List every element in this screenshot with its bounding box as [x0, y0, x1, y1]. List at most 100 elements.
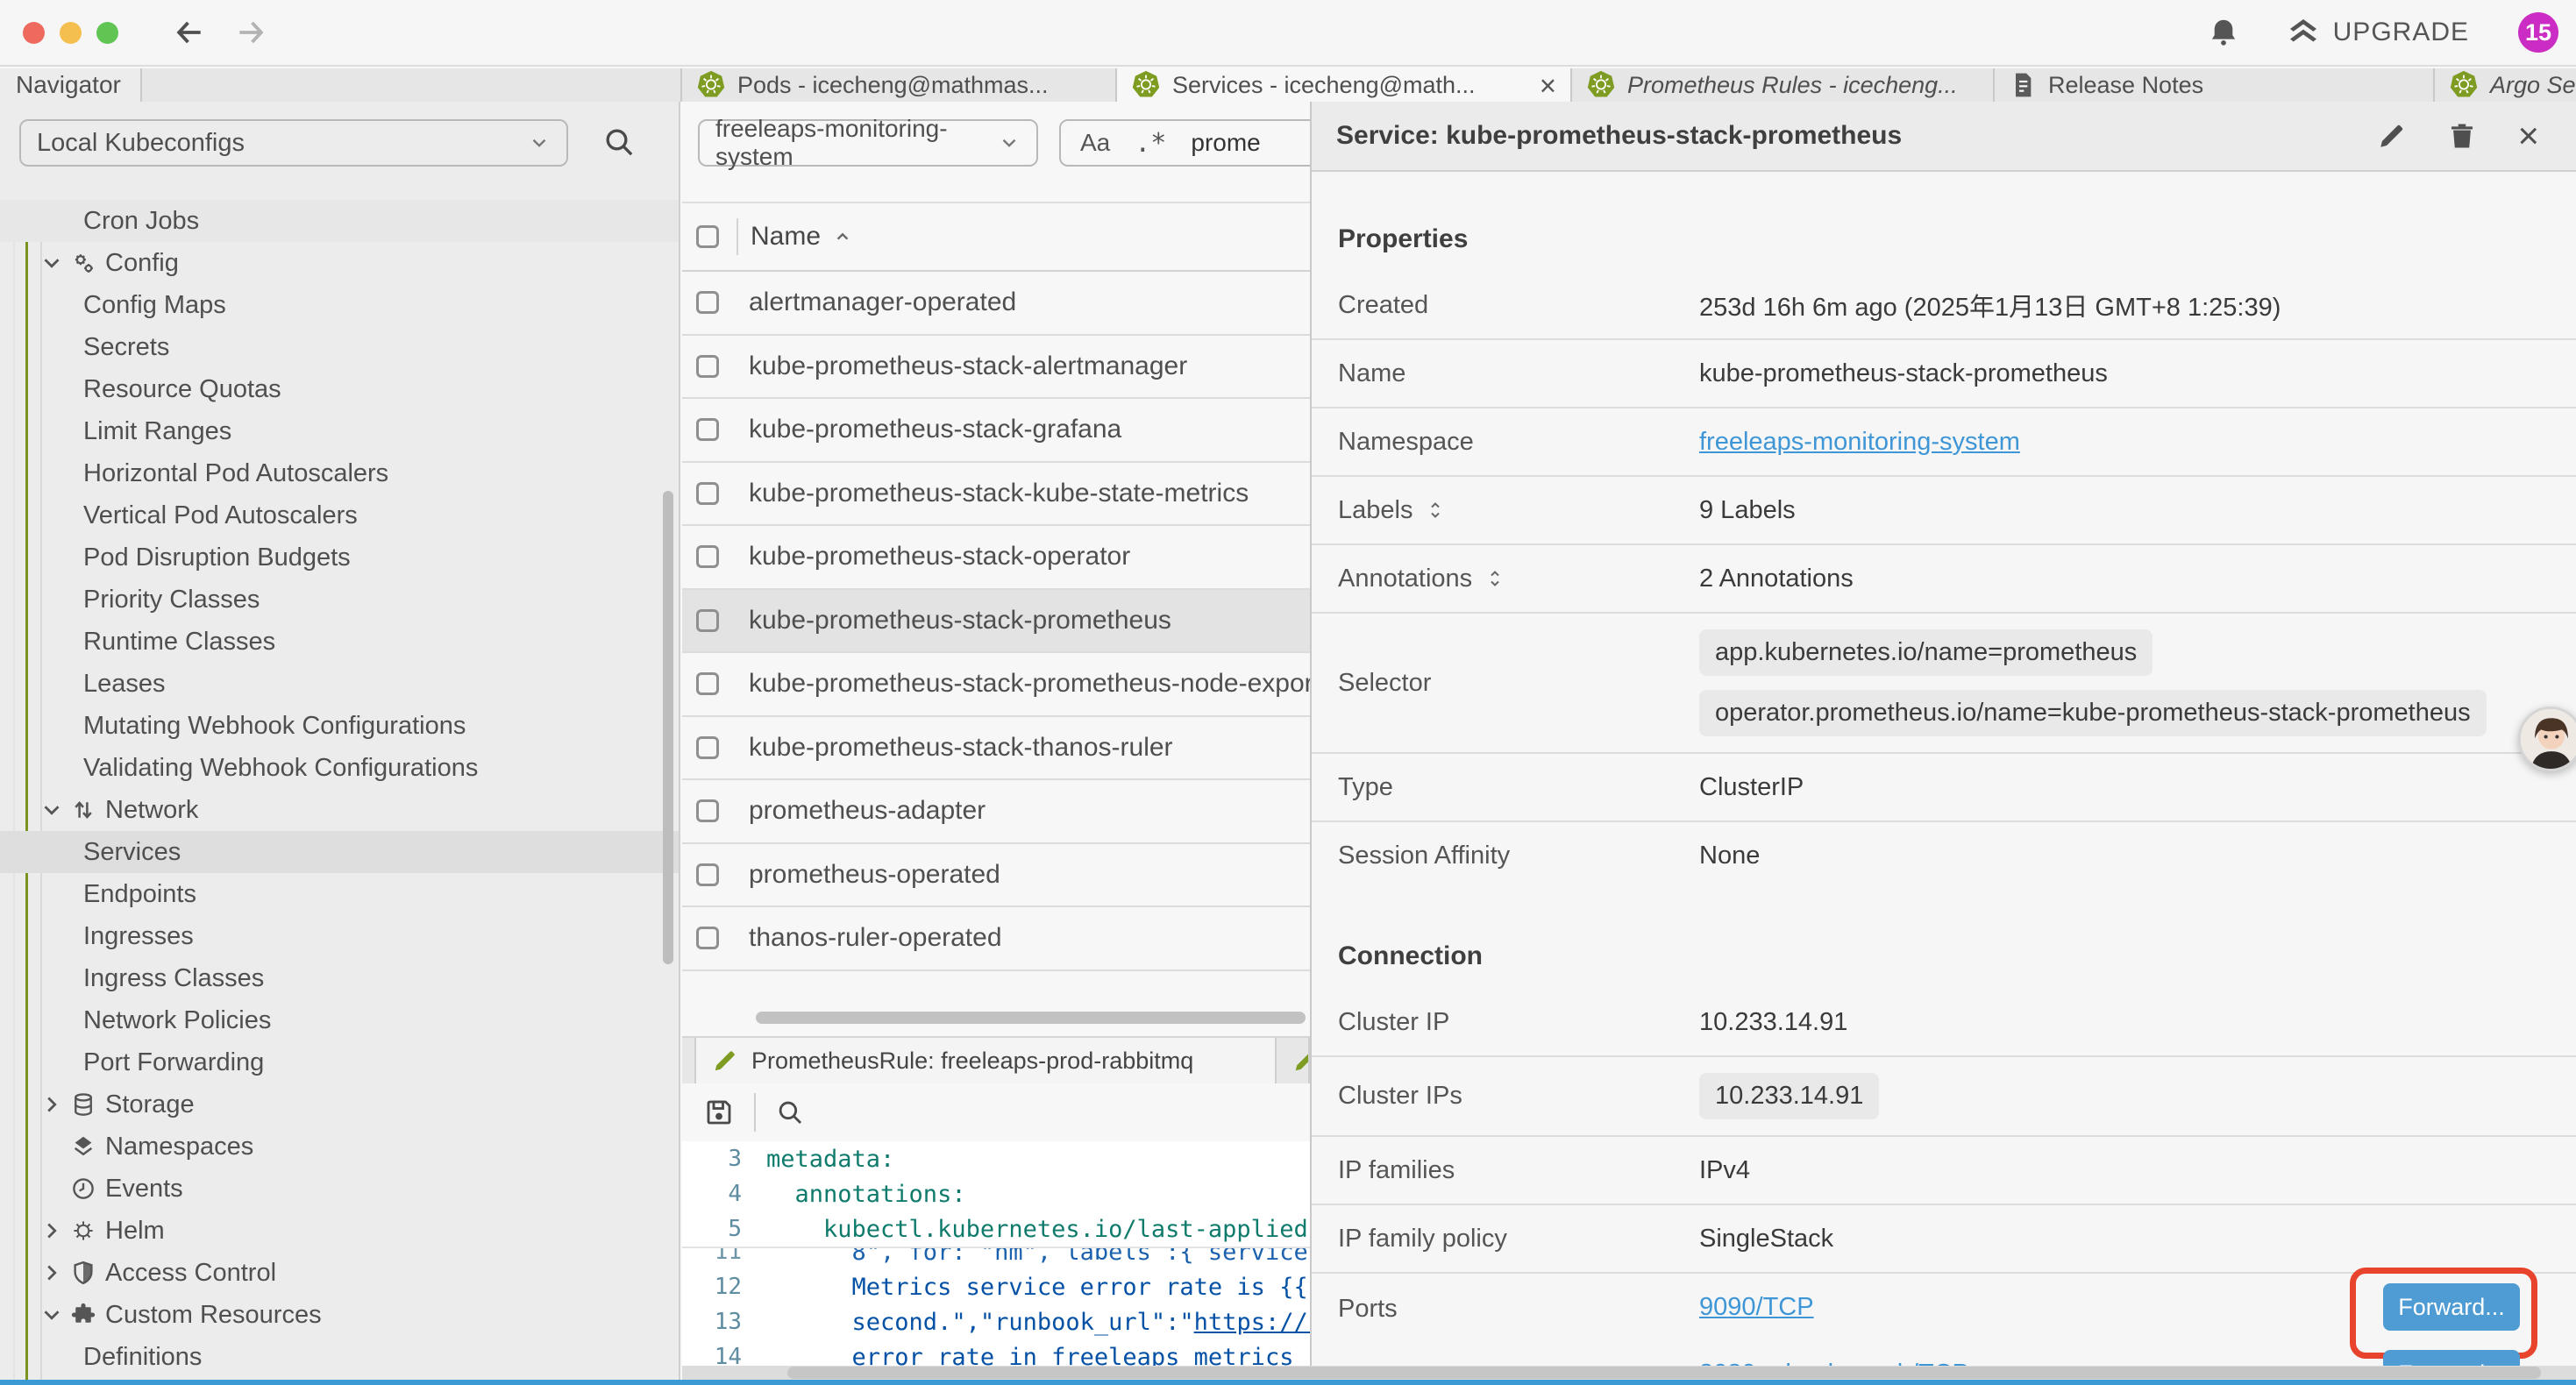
upgrade-button[interactable]: UPGRADE [2286, 15, 2469, 50]
kubeconfig-selector[interactable]: Local Kubeconfigs [19, 119, 568, 167]
namespace-link[interactable]: freeleaps-monitoring-system [1699, 428, 2020, 457]
tab-argo-se[interactable]: Argo Se [2435, 68, 2576, 102]
sidebar-item-config-maps[interactable]: Config Maps [0, 284, 679, 326]
tab-navigator[interactable]: Navigator [0, 68, 142, 102]
table-row[interactable]: alertmanager-operated [682, 272, 1310, 336]
code-link[interactable]: https://net [1194, 1309, 1310, 1336]
sidebar-item-ingresses[interactable]: Ingresses [0, 915, 679, 957]
table-row[interactable]: kube-prometheus-stack-kube-state-metrics [682, 463, 1310, 527]
chevron-right-icon[interactable] [39, 1260, 70, 1286]
row-checkbox[interactable] [696, 799, 719, 822]
sidebar-item-services[interactable]: Services [0, 831, 679, 873]
sidebar-item-access-control[interactable]: Access Control [0, 1252, 679, 1294]
close-window-button[interactable] [23, 22, 45, 44]
row-checkbox[interactable] [696, 482, 719, 505]
close-tab-icon[interactable]: × [1540, 71, 1556, 100]
table-row[interactable]: kube-prometheus-stack-alertmanager [682, 336, 1310, 400]
row-checkbox[interactable] [696, 545, 719, 568]
tab-prometheus-rules-icecheng[interactable]: Prometheus Rules - icecheng... [1572, 68, 1995, 102]
sort-updown-icon[interactable] [1484, 568, 1505, 589]
sidebar-item-custom-resources[interactable]: Custom Resources [0, 1294, 679, 1336]
sort-updown-icon[interactable] [1425, 500, 1446, 521]
table-row[interactable]: thanos-ruler-operated [682, 907, 1310, 971]
minimize-window-button[interactable] [60, 22, 82, 44]
regex-toggle[interactable]: .* [1135, 128, 1166, 159]
select-all-checkbox[interactable] [696, 225, 719, 248]
chevron-down-icon[interactable] [39, 797, 70, 823]
editor-tab-prometheusrule[interactable]: PrometheusRule: freeleaps-prod-rabbitmq [694, 1038, 1277, 1083]
sidebar-item-mutating-webhook-configurations[interactable]: Mutating Webhook Configurations [0, 705, 679, 747]
sort-ascending-icon[interactable] [831, 225, 854, 248]
sidebar-item-priority-classes[interactable]: Priority Classes [0, 579, 679, 621]
sidebar-item-network[interactable]: Network [0, 789, 679, 831]
table-row[interactable]: kube-prometheus-stack-grafana [682, 399, 1310, 463]
row-checkbox[interactable] [696, 736, 719, 759]
row-checkbox[interactable] [696, 609, 719, 632]
sidebar-item-pod-disruption-budgets[interactable]: Pod Disruption Budgets [0, 536, 679, 579]
sidebar-item-secrets[interactable]: Secrets [0, 326, 679, 368]
notification-count-badge[interactable]: 15 [2518, 12, 2558, 53]
forward-button[interactable]: Forward... [2383, 1283, 2520, 1331]
sidebar-item-storage[interactable]: Storage [0, 1083, 679, 1126]
sidebar-item-helm[interactable]: Helm [0, 1210, 679, 1252]
gears-icon [70, 250, 105, 276]
edit-pencil-icon[interactable] [2377, 121, 2407, 151]
sidebar-item-leases[interactable]: Leases [0, 663, 679, 705]
table-row[interactable]: kube-prometheus-stack-operator [682, 526, 1310, 590]
chevron-right-icon[interactable] [39, 1091, 70, 1118]
editor-search-icon[interactable] [775, 1097, 805, 1127]
sidebar-item-network-policies[interactable]: Network Policies [0, 999, 679, 1041]
sidebar-item-config[interactable]: Config [0, 242, 679, 284]
chevron-down-icon[interactable] [39, 250, 70, 276]
chevron-right-icon[interactable] [39, 1218, 70, 1244]
port-link[interactable]: 9090/TCP [1699, 1293, 1814, 1322]
maximize-window-button[interactable] [96, 22, 118, 44]
sidebar-item-runtime-classes[interactable]: Runtime Classes [0, 621, 679, 663]
save-icon[interactable] [703, 1097, 735, 1128]
table-row[interactable]: kube-prometheus-stack-prometheus-node-ex… [682, 653, 1310, 717]
match-case-toggle[interactable]: Aa [1080, 129, 1110, 157]
sidebar-item-namespaces[interactable]: Namespaces [0, 1126, 679, 1168]
sidebar-item-cron-jobs[interactable]: Cron Jobs [0, 200, 679, 242]
sidebar-item-definitions[interactable]: Definitions [0, 1336, 679, 1378]
sidebar-item-port-forwarding[interactable]: Port Forwarding [0, 1041, 679, 1083]
scrollbar-thumb[interactable] [756, 1012, 1306, 1024]
notifications-bell-icon[interactable] [2207, 16, 2240, 49]
table-row[interactable]: kube-prometheus-stack-prometheus [682, 590, 1310, 654]
name-filter[interactable]: Aa .* prome [1059, 119, 1310, 167]
sidebar-search-button[interactable] [601, 124, 637, 160]
name-column-header[interactable]: Name [751, 222, 821, 252]
close-icon[interactable]: × [2517, 117, 2539, 154]
tab-release-notes[interactable]: Release Notes [1995, 68, 2435, 102]
row-checkbox[interactable] [696, 418, 719, 441]
table-row[interactable]: prometheus-adapter [682, 780, 1310, 844]
sidebar-scrollbar[interactable] [663, 491, 673, 964]
editor-tab-partial[interactable] [1277, 1038, 1310, 1083]
forward-arrow-icon[interactable] [234, 16, 267, 49]
row-checkbox[interactable] [696, 355, 719, 378]
filter-query[interactable]: prome [1191, 129, 1260, 157]
sidebar-item-endpoints[interactable]: Endpoints [0, 873, 679, 915]
row-checkbox[interactable] [696, 863, 719, 886]
chevron-down-icon[interactable] [39, 1302, 70, 1328]
back-arrow-icon[interactable] [173, 16, 206, 49]
sidebar-item-vertical-pod-autoscalers[interactable]: Vertical Pod Autoscalers [0, 494, 679, 536]
row-checkbox[interactable] [696, 927, 719, 949]
delete-trash-icon[interactable] [2447, 121, 2477, 151]
sidebar-item-ingress-classes[interactable]: Ingress Classes [0, 957, 679, 999]
table-row[interactable]: prometheus-operated [682, 844, 1310, 908]
table-row[interactable]: kube-prometheus-stack-thanos-ruler [682, 717, 1310, 781]
row-checkbox[interactable] [696, 672, 719, 695]
scrollbar-thumb[interactable] [787, 1367, 2541, 1379]
yaml-editor[interactable]: 3metadata:4 annotations:5 kubectl.kubern… [682, 1141, 1310, 1380]
sidebar-item-limit-ranges[interactable]: Limit Ranges [0, 410, 679, 452]
sidebar-item-horizontal-pod-autoscalers[interactable]: Horizontal Pod Autoscalers [0, 452, 679, 494]
sidebar-item-resource-quotas[interactable]: Resource Quotas [0, 368, 679, 410]
tab-services-icecheng-math[interactable]: Services - icecheng@math...× [1117, 68, 1572, 102]
namespace-selector[interactable]: freeleaps-monitoring-system [698, 119, 1038, 167]
row-checkbox[interactable] [696, 291, 719, 314]
sidebar-item-events[interactable]: Events [0, 1168, 679, 1210]
sidebar-item-validating-webhook-configurations[interactable]: Validating Webhook Configurations [0, 747, 679, 789]
avatar[interactable] [2518, 707, 2576, 771]
tab-pods-icecheng-mathmas[interactable]: Pods - icecheng@mathmas... [682, 68, 1117, 102]
